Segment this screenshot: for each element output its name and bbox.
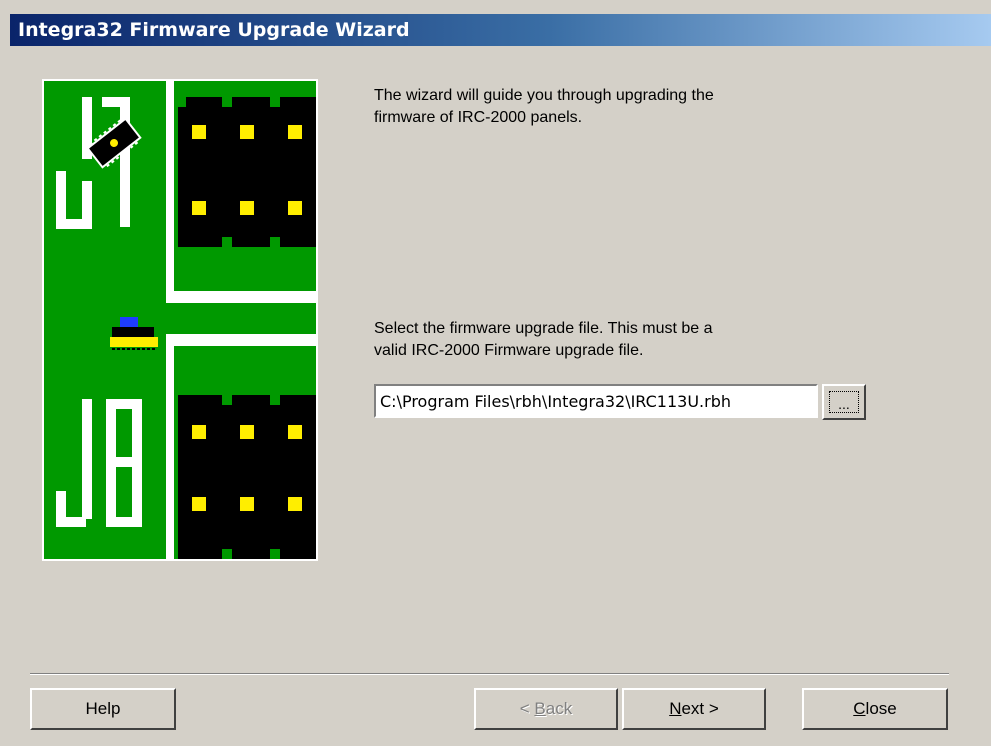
- close-mnemonic: C: [853, 699, 866, 718]
- select-line-2: valid IRC-2000 Firmware upgrade file.: [374, 342, 644, 359]
- back-rest: ack: [545, 699, 573, 718]
- browse-button[interactable]: ...: [822, 384, 866, 420]
- button-separator: [30, 673, 949, 675]
- intro-line-2: firmware of IRC-2000 panels.: [374, 109, 583, 126]
- firmware-file-path-input[interactable]: C:\Program Files\rbh\Integra32\IRC113U.r…: [374, 384, 818, 418]
- back-mnemonic: B: [534, 699, 546, 718]
- back-button[interactable]: < Back: [474, 688, 618, 730]
- jumper-header-j7: [178, 97, 316, 247]
- select-file-text: Select the firmware upgrade file. This m…: [374, 318, 713, 362]
- ellipsis-icon: ...: [838, 396, 850, 412]
- title-bar: Integra32 Firmware Upgrade Wizard: [10, 14, 991, 46]
- help-label: Help: [85, 699, 121, 718]
- focus-rect: ...: [829, 391, 859, 413]
- next-mnemonic: N: [669, 699, 682, 718]
- jumper-header-j8: [178, 395, 316, 559]
- close-button[interactable]: Close: [802, 688, 948, 730]
- window-title: Integra32 Firmware Upgrade Wizard: [18, 19, 410, 41]
- intro-text: The wizard will guide you through upgrad…: [374, 85, 714, 129]
- intro-line-1: The wizard will guide you through upgrad…: [374, 87, 714, 104]
- next-button[interactable]: Next >: [622, 688, 766, 730]
- close-rest: lose: [865, 699, 897, 718]
- back-prefix: <: [519, 699, 535, 718]
- circuit-board-illustration: [42, 79, 318, 561]
- next-rest: ext >: [681, 699, 719, 718]
- select-line-1: Select the firmware upgrade file. This m…: [374, 320, 713, 337]
- help-button[interactable]: Help: [30, 688, 176, 730]
